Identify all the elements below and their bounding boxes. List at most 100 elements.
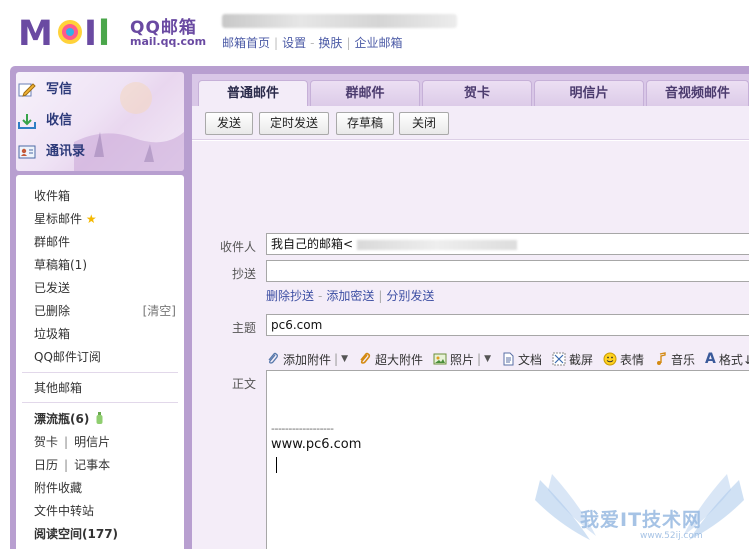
divider: | [346, 36, 351, 50]
large-attachment-label: 超大附件 [374, 352, 423, 367]
tab-av-mail[interactable]: 音视频邮件 [646, 80, 749, 106]
reading-space-count: (177) [82, 527, 119, 541]
document-label: 文档 [517, 352, 542, 367]
bottle-count: (6) [70, 412, 90, 426]
document-button[interactable]: 文档 [501, 351, 542, 368]
signature-separator: ------------------ [271, 422, 334, 435]
to-field-bracket: < [343, 237, 354, 251]
signature-text: www.pc6.com [271, 437, 362, 452]
chevron-down-icon[interactable]: ▼ [341, 354, 348, 364]
add-bcc-link[interactable]: 添加密送 [326, 289, 374, 303]
photo-icon [433, 353, 447, 365]
remove-cc-link[interactable]: 删除抄送 [266, 289, 314, 303]
link-change-skin[interactable]: 换肤 [318, 36, 342, 50]
save-draft-button[interactable]: 存草稿 [336, 112, 394, 135]
sidebar-item-group-mail[interactable]: 群邮件 [34, 233, 70, 250]
tab-greeting-card[interactable]: 贺卡 [422, 80, 532, 106]
sidebar-item-label: 星标邮件 [34, 212, 83, 226]
send-button[interactable]: 发送 [205, 112, 253, 135]
divider: | [64, 458, 69, 472]
to-field[interactable]: 我自己的邮箱< [266, 233, 749, 255]
link-enterprise-mail[interactable]: 企业邮箱 [354, 36, 402, 50]
tab-normal-mail[interactable]: 普通邮件 [198, 80, 308, 106]
watermark-url: www.52ij.com [640, 531, 703, 541]
screenshot-button[interactable]: 截屏 [552, 351, 593, 368]
emoticon-label: 表情 [620, 352, 645, 367]
emoticon-button[interactable]: 表情 [603, 351, 644, 368]
sidebar-item-drafts[interactable]: 草稿箱(1) [34, 256, 87, 273]
receive-mail-label: 收信 [46, 113, 73, 128]
separate-send-link[interactable]: 分别发送 [386, 289, 434, 303]
music-button[interactable]: 音乐 [654, 351, 695, 368]
scissors-icon [552, 352, 566, 366]
bottle-label: 漂流瓶 [34, 412, 71, 426]
cc-field[interactable] [266, 260, 749, 282]
inbox-download-icon [18, 114, 36, 129]
qq-mail-logo[interactable]: M I l [18, 12, 130, 52]
divider: | [378, 289, 383, 303]
format-button[interactable]: A 格式↓ [705, 351, 749, 368]
sidebar-item-attachments[interactable]: 附件收藏 [34, 479, 82, 496]
divider: - [318, 289, 323, 303]
close-button[interactable]: 关闭 [399, 112, 449, 135]
chevron-down-icon[interactable]: ▼ [484, 354, 491, 364]
sidebar-item-cards: 贺卡 | 明信片 [34, 433, 110, 450]
cc-options: 删除抄送 - 添加密送 | 分别发送 [266, 287, 434, 304]
bottle-icon [96, 412, 103, 424]
document-icon [503, 352, 514, 366]
format-label: 格式↓ [718, 352, 749, 367]
watermark-text: 我爱IT技术网 [580, 509, 703, 531]
link-settings[interactable]: 设置 [282, 36, 306, 50]
sidebar-folder-list: 收件箱 星标邮件 ★ 群邮件 草稿箱(1) 已发送 已删除 [清空] 垃圾箱 Q… [16, 175, 184, 549]
contacts-button[interactable]: 通讯录 [18, 141, 85, 163]
sidebar-item-file-transfer[interactable]: 文件中转站 [34, 502, 94, 519]
text-cursor [276, 457, 277, 473]
receive-mail-button[interactable]: 收信 [18, 110, 72, 132]
sidebar-item-notes[interactable]: 记事本 [74, 458, 110, 472]
add-attachment-label: 添加附件 [283, 352, 332, 367]
brand-domain: mail.qq.com [130, 35, 207, 48]
empty-trash-link[interactable]: [清空] [143, 302, 176, 319]
sidebar-item-spam[interactable]: 垃圾箱 [34, 325, 70, 342]
sidebar-item-inbox[interactable]: 收件箱 [34, 187, 70, 204]
sidebar-divider [22, 402, 178, 403]
music-note-icon [657, 352, 666, 365]
compose-label: 写信 [46, 82, 73, 97]
photo-label: 照片 [450, 352, 475, 367]
editor-toolbar: 添加附件 | ▼ 超大附件 照片 | ▼ 文档 截屏 表情 音乐 A 格式↓ [266, 350, 749, 368]
sidebar-item-calendar[interactable]: 日历 [34, 458, 58, 472]
scheduled-send-button[interactable]: 定时发送 [259, 112, 329, 135]
pencil-icon [18, 83, 36, 97]
tab-group-mail[interactable]: 群邮件 [310, 80, 420, 106]
sidebar-item-greeting-card[interactable]: 贺卡 [34, 435, 58, 449]
sidebar-item-other-mailbox[interactable]: 其他邮箱 [34, 379, 82, 396]
user-account-redacted [222, 14, 457, 28]
body-label: 正文 [231, 377, 256, 391]
photo-button[interactable]: 照片 | ▼ [433, 351, 491, 368]
subject-field[interactable]: pc6.com [266, 314, 749, 336]
to-field-value: 我自己的邮箱 [271, 237, 344, 251]
add-attachment-button[interactable]: 添加附件 | ▼ [266, 351, 348, 368]
large-attachment-button[interactable]: 超大附件 [358, 351, 423, 368]
sidebar-item-postcard[interactable]: 明信片 [74, 435, 110, 449]
divider: | [64, 435, 69, 449]
sidebar-item-reading-space[interactable]: 阅读空间(177) [34, 525, 118, 542]
sidebar-item-sent[interactable]: 已发送 [34, 279, 70, 296]
sidebar-item-starred[interactable]: 星标邮件 ★ [34, 210, 97, 227]
tab-postcard[interactable]: 明信片 [534, 80, 644, 106]
sidebar-item-subscriptions[interactable]: QQ邮件订阅 [34, 348, 101, 365]
star-icon: ★ [85, 212, 97, 226]
link-mailbox-home[interactable]: 邮箱首页 [222, 36, 270, 50]
compose-button[interactable]: 写信 [18, 79, 72, 101]
svg-text:M: M [18, 14, 53, 52]
compose-toolbar: 发送 定时发送 存草稿 关闭 [192, 106, 749, 140]
divider: | [334, 352, 339, 366]
sidebar-item-drift-bottle[interactable]: 漂流瓶(6) [34, 410, 103, 427]
svg-text:I: I [84, 14, 97, 52]
sidebar-divider [22, 372, 178, 373]
top-header: M I l QQ邮箱 mail.qq.com 邮箱首页 | 设置 - 换肤 | 企业邮箱 [0, 0, 749, 66]
top-links: 邮箱首页 | 设置 - 换肤 | 企业邮箱 [222, 34, 403, 51]
smiley-icon [603, 352, 617, 366]
redacted-email [357, 239, 518, 250]
sidebar-item-deleted[interactable]: 已删除 [34, 302, 70, 319]
